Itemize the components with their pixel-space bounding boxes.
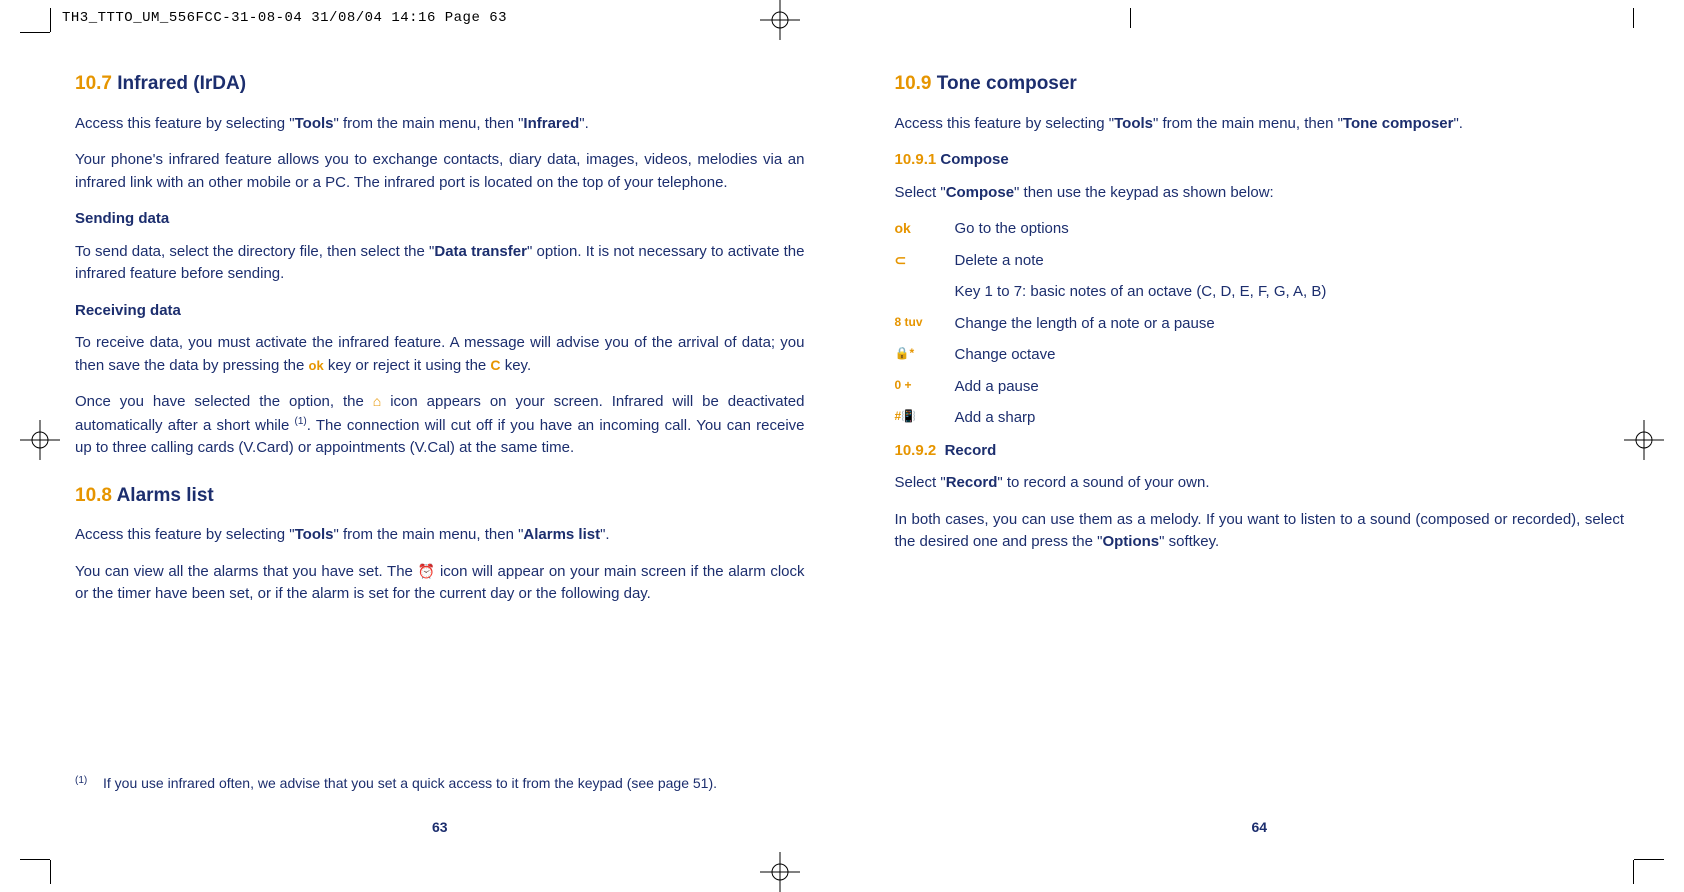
c-back-icon: ⊂ — [895, 250, 955, 271]
ok-key-icon: ok — [895, 218, 955, 239]
registration-mark-top — [760, 0, 800, 40]
sub-number: 10.9.2 — [895, 442, 937, 459]
section-number: 10.7 — [75, 73, 112, 94]
key-text: Delete a note — [955, 250, 1625, 273]
section-number: 10.8 — [75, 485, 112, 506]
key-text: Change the length of a note or a pause — [955, 313, 1625, 336]
access-instruction-108: Access this feature by selecting "Tools"… — [75, 524, 805, 547]
page-number-63: 63 — [75, 817, 805, 838]
key-row-8: 8 tuv Change the length of a note or a p… — [895, 313, 1625, 336]
compose-intro: Select "Compose" then use the keypad as … — [895, 182, 1625, 205]
ok-key-icon: ok — [309, 358, 324, 373]
sub-title: Compose — [940, 151, 1008, 168]
text: key or reject it using the — [324, 357, 491, 374]
text: ". — [579, 115, 589, 132]
receiving-data-body-2: Once you have selected the option, the ⌂… — [75, 391, 805, 460]
sending-data-body: To send data, select the directory file,… — [75, 241, 805, 286]
registration-mark-bottom — [760, 852, 800, 892]
print-slug-line: TH3_TTTO_UM_556FCC-31-08-04 31/08/04 14:… — [62, 8, 507, 29]
pages-container: 10.7 Infrared (IrDA) Access this feature… — [75, 60, 1624, 852]
text: Once you have selected the option, the — [75, 393, 373, 410]
registration-mark-right — [1624, 420, 1664, 460]
body-108: You can view all the alarms that you hav… — [75, 561, 805, 606]
crop-mark-top-right — [1633, 8, 1634, 28]
subheading-1091: 10.9.1 Compose — [895, 149, 1625, 172]
infrared-bold: Infrared — [523, 115, 579, 132]
access-instruction-109: Access this feature by selecting "Tools"… — [895, 113, 1625, 136]
key-row-delete: ⊂ Delete a note — [895, 250, 1625, 273]
tools-bold: Tools — [295, 115, 334, 132]
page-number-64: 64 — [895, 817, 1625, 838]
data-transfer-bold: Data transfer — [434, 243, 527, 260]
section-title: Tone composer — [937, 73, 1077, 94]
text: ". — [1453, 115, 1463, 132]
text: ". — [600, 526, 610, 543]
infrared-icon: ⌂ — [373, 393, 381, 409]
heading-10-7: 10.7 Infrared (IrDA) — [75, 70, 805, 99]
section-number: 10.9 — [895, 73, 932, 94]
tools-bold: Tools — [295, 526, 334, 543]
key-text: Change octave — [955, 344, 1625, 367]
c-key-icon: C — [490, 357, 500, 373]
subheading-1092: 10.9.2 Record — [895, 440, 1625, 463]
options-bold: Options — [1102, 533, 1159, 550]
key-text: Go to the options — [955, 218, 1625, 241]
sub-title: Record — [945, 442, 997, 459]
text: " then use the keypad as shown below: — [1014, 184, 1274, 201]
footnote-marker: (1) — [75, 773, 103, 794]
sending-data-heading: Sending data — [75, 208, 805, 231]
key-row-ok: ok Go to the options — [895, 218, 1625, 241]
key-row-hash: #📳 Add a sharp — [895, 407, 1625, 430]
intro-107: Your phone's infrared feature allows you… — [75, 149, 805, 194]
access-instruction-107: Access this feature by selecting "Tools"… — [75, 113, 805, 136]
alarms-bold: Alarms list — [523, 526, 600, 543]
key-text: Key 1 to 7: basic notes of an octave (C,… — [955, 281, 1625, 304]
text: Access this feature by selecting " — [895, 115, 1115, 132]
key-star-icon: 🔒* — [895, 344, 955, 362]
receiving-data-body-1: To receive data, you must activate the i… — [75, 332, 805, 377]
text: " from the main menu, then " — [334, 115, 524, 132]
compose-bold: Compose — [946, 184, 1014, 201]
heading-10-8: 10.8 Alarms list — [75, 482, 805, 511]
key-row-0: 0 + Add a pause — [895, 376, 1625, 399]
text: " from the main menu, then " — [334, 526, 524, 543]
text: You can view all the alarms that you hav… — [75, 563, 418, 580]
text: Access this feature by selecting " — [75, 526, 295, 543]
alarm-clock-icon: ⏰ — [418, 563, 436, 579]
footnote-1: (1) If you use infrared often, we advise… — [75, 773, 717, 794]
text: " softkey. — [1159, 533, 1219, 550]
registration-mark-left — [20, 420, 60, 460]
record-bold: Record — [946, 474, 998, 491]
text: Select " — [895, 184, 946, 201]
key-hash-icon: #📳 — [895, 407, 955, 425]
footnote-ref: (1) — [295, 416, 307, 427]
crop-mark-top-center — [1130, 8, 1131, 28]
page-63: 10.7 Infrared (IrDA) Access this feature… — [75, 60, 805, 852]
text: Access this feature by selecting " — [75, 115, 295, 132]
text: key. — [501, 357, 532, 374]
key-text: Add a sharp — [955, 407, 1625, 430]
record-body: In both cases, you can use them as a mel… — [895, 509, 1625, 554]
key-8tuv-icon: 8 tuv — [895, 313, 955, 331]
key-row-star: 🔒* Change octave — [895, 344, 1625, 367]
tools-bold: Tools — [1114, 115, 1153, 132]
tone-bold: Tone composer — [1343, 115, 1454, 132]
page-64: 10.9 Tone composer Access this feature b… — [895, 60, 1625, 852]
text: Select " — [895, 474, 946, 491]
key-row-notes: Key 1 to 7: basic notes of an octave (C,… — [895, 281, 1625, 304]
sub-number: 10.9.1 — [895, 151, 937, 168]
receiving-data-heading: Receiving data — [75, 300, 805, 323]
section-title: Alarms list — [117, 485, 214, 506]
text: To send data, select the directory file,… — [75, 243, 434, 260]
key-0-icon: 0 + — [895, 376, 955, 394]
text: " from the main menu, then " — [1153, 115, 1343, 132]
heading-10-9: 10.9 Tone composer — [895, 70, 1625, 99]
footnote-text: If you use infrared often, we advise tha… — [103, 773, 717, 794]
text: In both cases, you can use them as a mel… — [895, 511, 1625, 551]
record-intro: Select "Record" to record a sound of you… — [895, 472, 1625, 495]
section-title: Infrared (IrDA) — [117, 73, 246, 94]
key-list: ok Go to the options ⊂ Delete a note Key… — [895, 218, 1625, 430]
text: " to record a sound of your own. — [997, 474, 1209, 491]
key-text: Add a pause — [955, 376, 1625, 399]
